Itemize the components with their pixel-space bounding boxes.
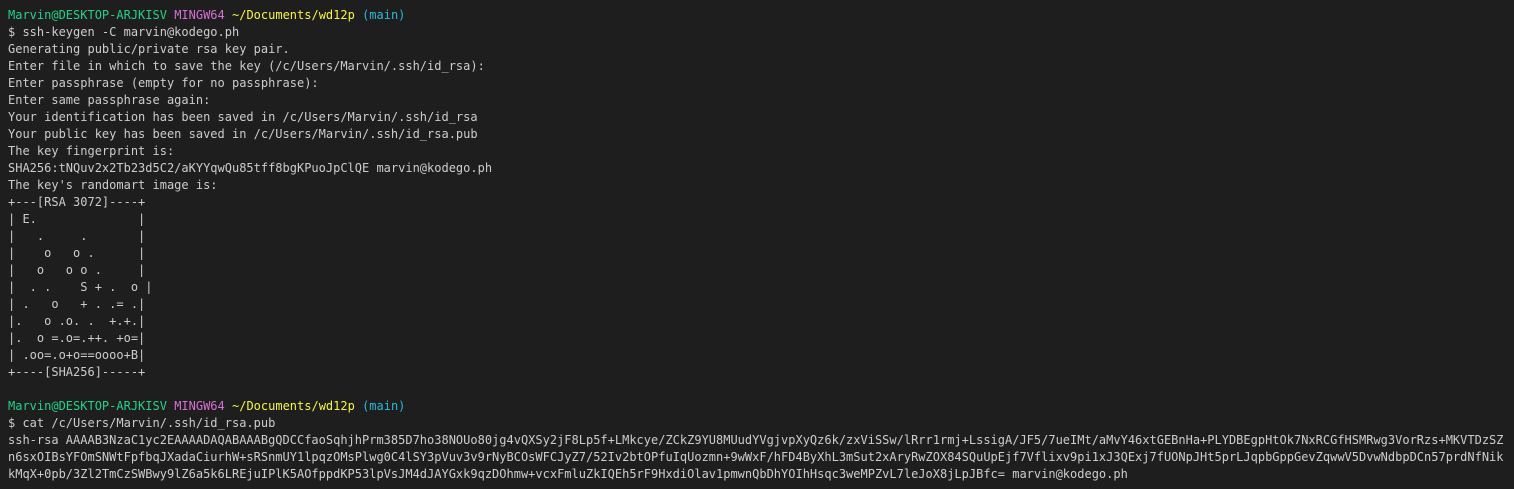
git-branch: (main)	[362, 8, 406, 22]
cwd-path: ~/Documents/wd12p	[232, 399, 355, 413]
git-branch: (main)	[362, 399, 406, 413]
output-line: Generating public/private rsa key pair.	[8, 42, 290, 56]
output-line: Enter file in which to save the key (/c/…	[8, 59, 485, 73]
public-key-output: ssh-rsa AAAAB3NzaC1yc2EAAAADAQABAAABgQDC…	[8, 433, 1504, 481]
command-line: $ ssh-keygen -C marvin@kodego.ph	[8, 25, 240, 39]
terminal-window[interactable]: Marvin@DESKTOP-ARJKISV MINGW64 ~/Documen…	[8, 7, 1508, 483]
randomart-line: | . . S + . o |	[8, 280, 153, 294]
mingw-label: MINGW64	[174, 8, 225, 22]
randomart-line: | E. |	[8, 212, 146, 226]
cwd-path: ~/Documents/wd12p	[232, 8, 355, 22]
randomart-line: | o o o . |	[8, 263, 146, 277]
randomart-line: |. o .o. . +.+.|	[8, 314, 146, 328]
randomart-line: | .oo=.o+o==oooo+B|	[8, 348, 146, 362]
output-line: The key fingerprint is:	[8, 144, 175, 158]
mingw-label: MINGW64	[174, 399, 225, 413]
prompt-line: Marvin@DESKTOP-ARJKISV MINGW64 ~/Documen…	[8, 398, 1508, 415]
prompt-line: Marvin@DESKTOP-ARJKISV MINGW64 ~/Documen…	[8, 7, 1508, 24]
randomart-line: | . . |	[8, 229, 146, 243]
randomart-line: |. o =.o=.++. +o=|	[8, 331, 146, 345]
randomart-line: | o o . |	[8, 246, 146, 260]
output-line: Your public key has been saved in /c/Use…	[8, 127, 478, 141]
output-line: Enter passphrase (empty for no passphras…	[8, 76, 319, 90]
randomart-line: +----[SHA256]-----+	[8, 365, 146, 379]
output-line: Enter same passphrase again:	[8, 93, 211, 107]
output-line: Your identification has been saved in /c…	[8, 110, 478, 124]
randomart-line: | . o + . .= .|	[8, 297, 146, 311]
user-host: Marvin@DESKTOP-ARJKISV	[8, 399, 167, 413]
output-line: The key's randomart image is:	[8, 178, 218, 192]
fingerprint-line: SHA256:tNQuv2x2Tb23d5C2/aKYYqwQu85tff8bg…	[8, 161, 493, 175]
command-line: $ cat /c/Users/Marvin/.ssh/id_rsa.pub	[8, 416, 276, 430]
user-host: Marvin@DESKTOP-ARJKISV	[8, 8, 167, 22]
randomart-line: +---[RSA 3072]----+	[8, 195, 146, 209]
